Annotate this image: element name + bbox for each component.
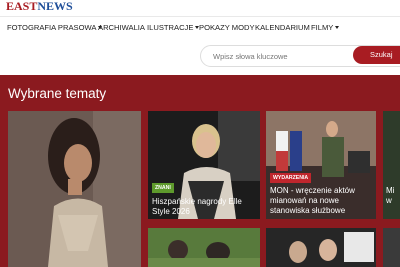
eastnews-logo[interactable]: EASTNEWS <box>6 0 73 13</box>
section-title: Wybrane tematy <box>8 86 107 101</box>
nav-ilustracje[interactable]: ILUSTRACJE <box>147 23 200 33</box>
nav-fotografia-prasowa[interactable]: FOTOGRAFIA PRASOWA <box>7 23 103 33</box>
nav-kalendarium[interactable]: KALENDARIUM <box>255 23 310 33</box>
logo-news: NEWS <box>37 0 73 13</box>
card-photo <box>266 228 376 267</box>
topic-card-row2-3[interactable] <box>383 228 400 267</box>
nav-label: POKAZY MODY <box>199 23 255 32</box>
logo-east: EAST <box>6 0 38 13</box>
card-caption: Hiszpańskie nagrody Elle Style 2026 <box>152 197 242 216</box>
chevron-down-icon <box>335 26 340 29</box>
card-photo <box>148 228 260 267</box>
category-badge: WYDARZENIA <box>270 173 312 183</box>
topic-card-partial[interactable]: Mi w <box>383 111 400 219</box>
nav-label: KALENDARIUM <box>255 23 310 32</box>
nav-label: FILMY <box>311 23 334 32</box>
header: EASTNEWS <box>0 0 400 16</box>
search-bar: Wpisz słowa kluczowe Szukaj <box>0 38 400 75</box>
card-photo <box>8 111 141 267</box>
search-placeholder: Wpisz słowa kluczowe <box>213 52 288 61</box>
card-caption: Mi w <box>386 186 395 205</box>
nav-label: ILUSTRACJE <box>147 23 194 32</box>
topic-card-row2-2[interactable] <box>266 228 376 267</box>
nav-filmy[interactable]: FILMY <box>311 23 340 33</box>
topic-card-elle-style[interactable]: ZNANI Hiszpańskie nagrody Elle Style 202… <box>148 111 260 219</box>
search-button-label: Szukaj <box>370 50 393 59</box>
search-button[interactable]: Szukaj <box>353 46 400 64</box>
topic-card-mon[interactable]: WYDARZENIA MON - wręczenie aktów mianowa… <box>266 111 376 219</box>
nav-label: FOTOGRAFIA PRASOWA <box>7 23 97 32</box>
topic-card-row2-1[interactable] <box>148 228 260 267</box>
nav-archiwalia[interactable]: ARCHIWALIA <box>98 23 145 33</box>
category-badge: ZNANI <box>152 183 174 193</box>
main-nav: FOTOGRAFIA PRASOWA ARCHIWALIA ILUSTRACJE… <box>0 16 400 39</box>
nav-label: ARCHIWALIA <box>98 23 145 32</box>
topic-card-featured[interactable] <box>8 111 141 267</box>
nav-pokazy-mody[interactable]: POKAZY MODY <box>199 23 255 33</box>
card-caption: MON - wręczenie aktów mianowań na nowe s… <box>270 186 355 215</box>
